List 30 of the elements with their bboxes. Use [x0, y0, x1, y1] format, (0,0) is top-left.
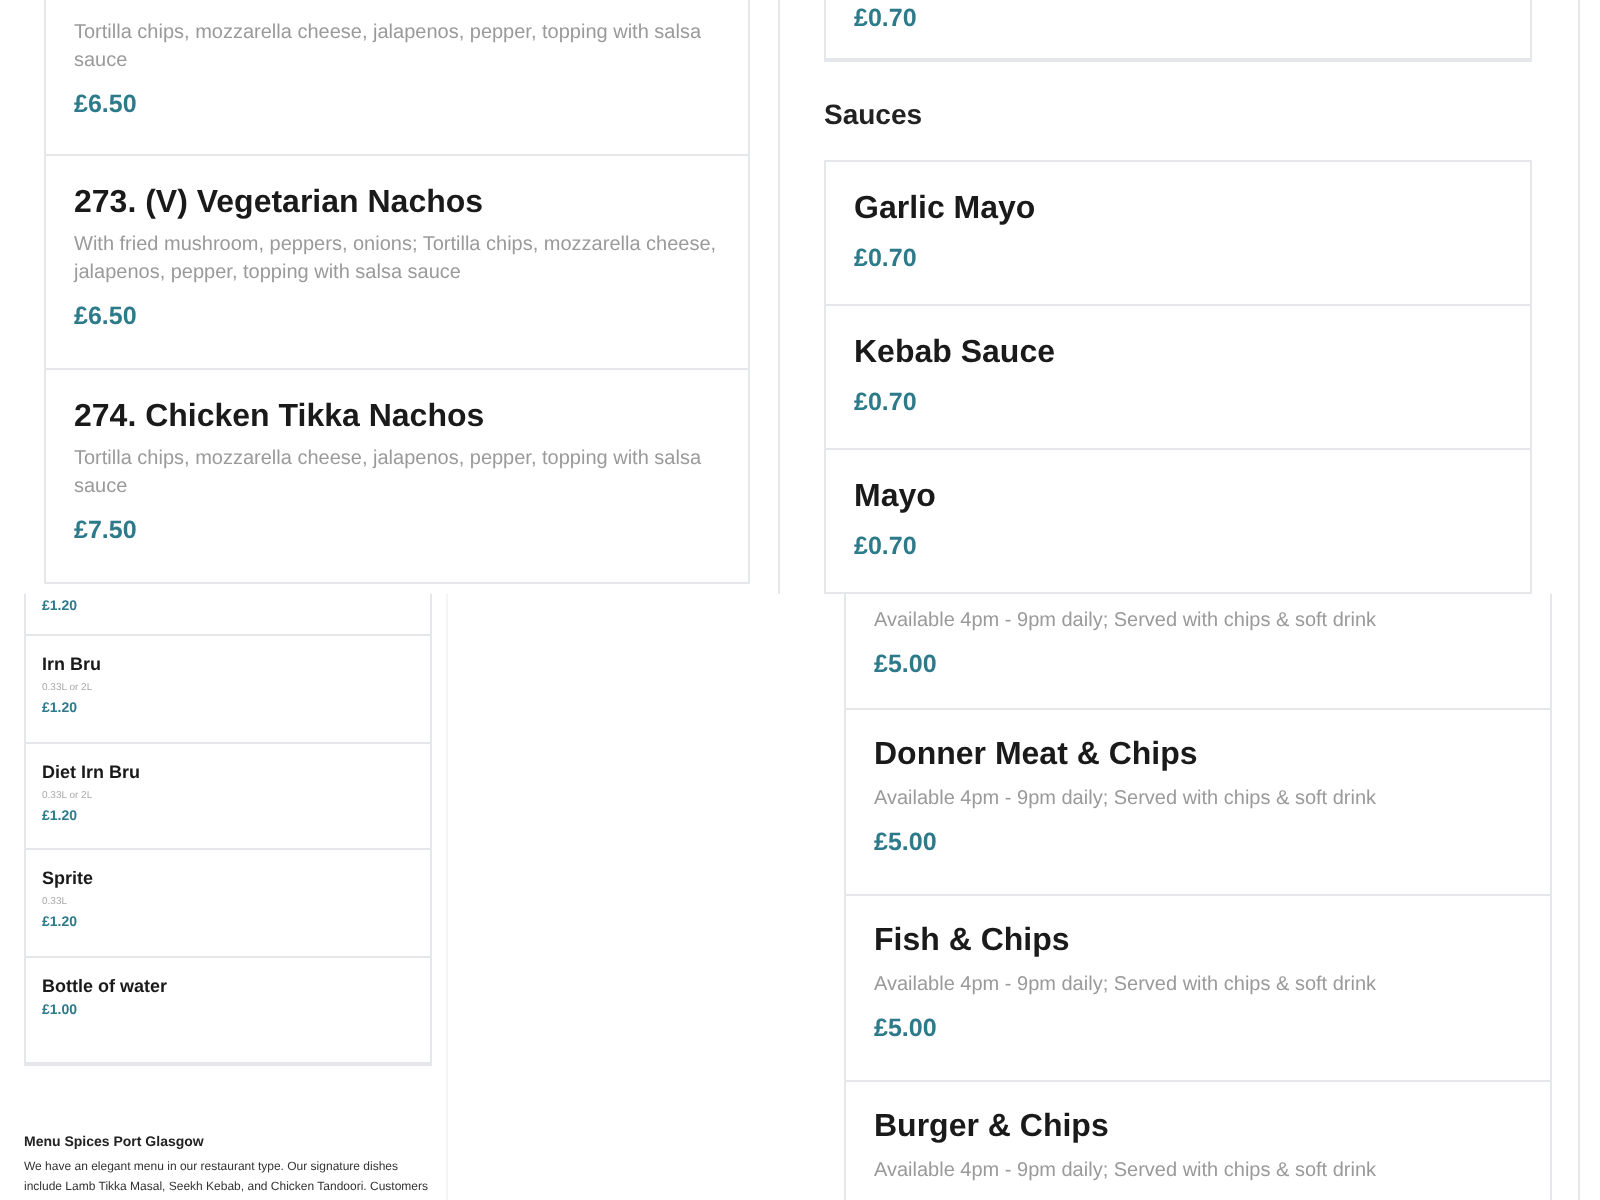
item-description: Available 4pm - 9pm daily; Served with chips & soft drink — [874, 786, 1379, 814]
item-price: £6.50 — [74, 300, 139, 334]
item-price: £0.70 — [854, 2, 919, 36]
item-name: 274. Chicken Tikka Nachos — [74, 398, 487, 438]
item-name: Irn Bru — [42, 652, 104, 676]
item-description: Available 4pm - 9pm daily; Served with chips & soft drink — [874, 972, 1379, 1000]
item-name: Fish & Chips — [874, 922, 1072, 962]
item-price: £0.70 — [854, 386, 919, 420]
item-name: Bottle of water — [42, 973, 170, 997]
item-description: Tortilla chips, mozzarella cheese, jalapenos, pepper, topping with salsa sauce — [74, 20, 704, 76]
item-price: £5.00 — [874, 826, 939, 860]
item-price: £5.00 — [874, 1012, 939, 1046]
item-price: £6.50 — [74, 88, 139, 122]
item-price: £0.70 — [854, 242, 919, 276]
item-description: Tortilla chips, mozzarella cheese, jalapenos, pepper, topping with salsa sauce — [74, 446, 704, 502]
item-description: With fried mushroom, peppers, onions; Tortilla chips, mozzarella cheese, jalapenos, pepper, topping with salsa sauce — [74, 232, 719, 288]
item-name: Kebab Sauce — [854, 336, 1057, 372]
item-price: £0.70 — [854, 530, 919, 564]
item-name: Garlic Mayo — [854, 192, 1038, 228]
section-heading: Sauces — [824, 98, 925, 130]
item-name: Donner Meat & Chips — [874, 736, 1200, 776]
item-name: Burger & Chips — [874, 1108, 1111, 1148]
item-price: £7.50 — [74, 514, 139, 548]
item-name: Mayo — [854, 480, 938, 516]
item-name: 273. (V) Vegetarian Nachos — [74, 184, 486, 224]
item-description: Available 4pm - 9pm daily; Served with chips & soft drink — [874, 608, 1379, 636]
item-name: Diet Irn Bru — [42, 759, 143, 783]
item-price: £5.00 — [874, 648, 939, 682]
item-name: Sprite — [42, 866, 96, 890]
item-description: Available 4pm - 9pm daily; Served with chips & soft drink — [874, 1158, 1379, 1186]
